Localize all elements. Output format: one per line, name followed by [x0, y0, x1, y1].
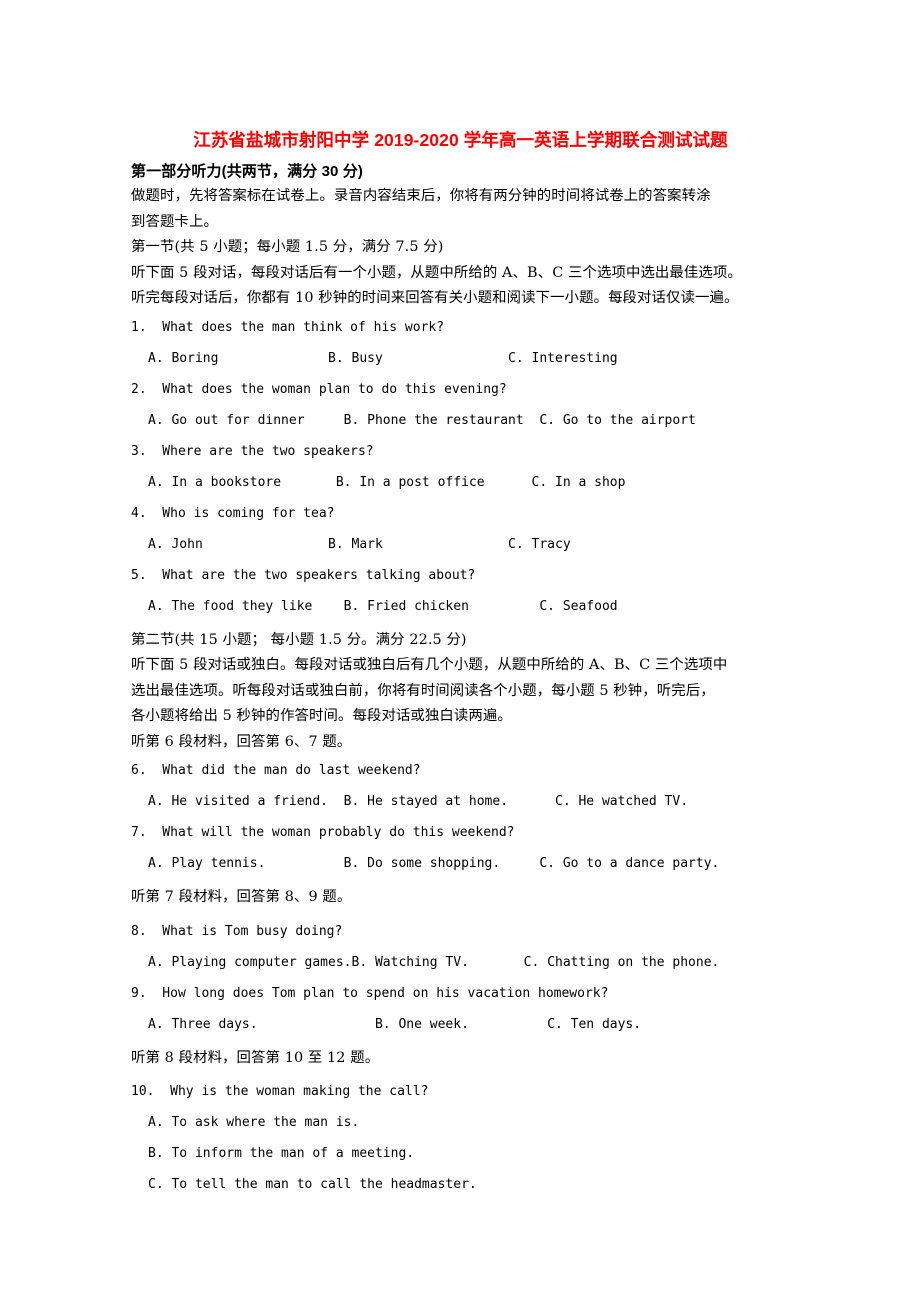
section-one-instruction-line-1: 听下面 5 段对话，每段对话后有一个小题，从题中所给的 A、B、C 三个选项中选… [131, 264, 742, 281]
question-stem: 2. What does the woman plan to do this e… [131, 381, 507, 397]
question-option-a[interactable]: A. To ask where the man is. [131, 1107, 790, 1138]
question-options[interactable]: A. In a bookstore B. In a post office C.… [131, 467, 790, 498]
question-options[interactable]: A. Play tennis. B. Do some shopping. C. … [131, 848, 790, 879]
question-stem: 3. Where are the two speakers? [131, 443, 374, 459]
part-one-intro-line-2: 到答题卡上。 [131, 213, 218, 230]
material-7-label: 听第 7 段材料，回答第 8、9 题。 [131, 889, 352, 905]
question-stem: 7. What will the woman probably do this … [131, 825, 515, 840]
question-stem: 9. How long does Tom plan to spend on hi… [131, 985, 609, 1001]
section-one-instruction-line-2: 听完每段对话后，你都有 10 秒钟的时间来回答有关小题和阅读下一小题。每段对话仅… [131, 290, 739, 306]
section-one-heading: 第一节(共 5 小题；每小题 1.5 分，满分 7.5 分) [131, 239, 444, 255]
part-one-heading: 第一部分听力(共两节，满分 30 分) [131, 163, 363, 180]
part-one-intro-line-1: 做题时，先将答案标在试卷上。录音内容结束后，你将有两分钟的时间将试卷上的答案转涂 [131, 188, 711, 204]
question-stem: 5. What are the two speakers talking abo… [131, 567, 476, 583]
question-options[interactable]: A. Playing computer games.B. Watching TV… [131, 947, 790, 978]
question-options[interactable]: A. He visited a friend. B. He stayed at … [131, 786, 790, 817]
question-stem: 1. What does the man think of his work? [131, 319, 445, 335]
page-title: 江苏省盐城市射阳中学 2019-2020 学年高一英语上学期联合测试试题 [193, 130, 728, 150]
exam-paper-page: 江苏省盐城市射阳中学 2019-2020 学年高一英语上学期联合测试试题 第一部… [0, 0, 920, 1302]
question-options[interactable]: A. Boring B. Busy C. Interesting [131, 343, 790, 374]
section-two-block: 第二节(共 15 小题； 每小题 1.5 分。满分 22.5 分) 听下面 5 … [131, 628, 790, 1201]
section-two-heading: 第二节(共 15 小题； 每小题 1.5 分。满分 22.5 分) [131, 631, 467, 648]
section-two-instruction-line-2: 选出最佳选项。听每段对话或独白前，你将有时间阅读各个小题，每小题 5 秒钟，听完… [131, 682, 715, 699]
material-8-label: 听第 8 段材料，回答第 10 至 12 题。 [131, 1049, 380, 1066]
question-options[interactable]: A. John B. Mark C. Tracy [131, 529, 790, 560]
question-options[interactable]: A. Three days. B. One week. C. Ten days. [131, 1009, 790, 1040]
section-two-instruction-line-3: 各小题将给出 5 秒钟的作答时间。每段对话或独白读两遍。 [131, 708, 512, 724]
question-options[interactable]: A. The food they like B. Fried chicken C… [131, 591, 790, 622]
question-option-b[interactable]: B. To inform the man of a meeting. [131, 1138, 790, 1169]
question-stem: 4. Who is coming for tea? [131, 505, 335, 521]
section-two-instruction-line-1: 听下面 5 段对话或独白。每段对话或独白后有几个小题，从题中所给的 A、B、C … [131, 657, 728, 673]
question-stem: 8. What is Tom busy doing? [131, 923, 343, 939]
material-6-label: 听第 6 段材料，回答第 6、7 题。 [131, 733, 352, 750]
question-stem: 10. Why is the woman making the call? [131, 1084, 429, 1099]
question-stem: 6. What did the man do last weekend? [131, 763, 421, 778]
section-one-block: 第一节(共 5 小题；每小题 1.5 分，满分 7.5 分) 听下面 5 段对话… [131, 235, 790, 622]
question-options[interactable]: A. Go out for dinner B. Phone the restau… [131, 405, 790, 436]
part-one-block: 第一部分听力(共两节，满分 30 分) 做题时，先将答案标在试卷上。录音内容结束… [131, 161, 790, 235]
question-option-c[interactable]: C. To tell the man to call the headmaste… [131, 1169, 790, 1200]
